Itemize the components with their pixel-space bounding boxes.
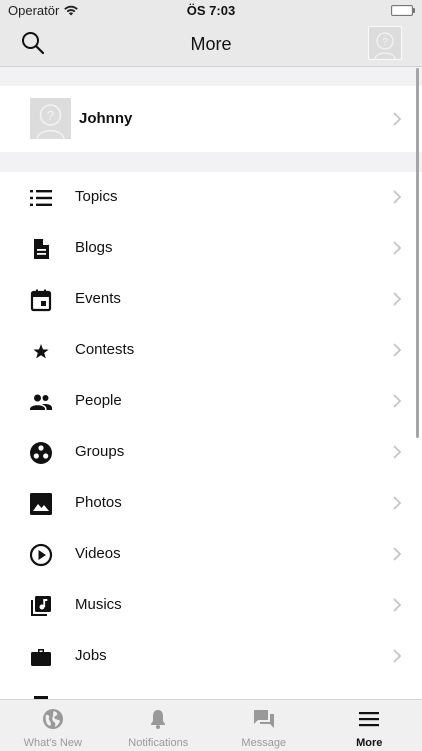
chevron-right-icon [392,343,402,357]
menu-item-jobs[interactable]: Jobs [0,631,422,682]
menu-item-label: People [75,392,122,409]
menu-item-label: Groups [75,443,124,460]
groups-icon [29,441,53,465]
chevron-right-icon [392,394,402,408]
chevron-right-icon [392,190,402,204]
chevron-right-icon [392,445,402,459]
svg-text:?: ? [47,108,54,123]
chevron-right-icon [392,241,402,255]
menu-item-label: Musics [75,596,122,613]
chevron-right-icon [392,496,402,510]
section-separator [0,152,422,172]
briefcase-icon [29,645,53,669]
menu-item-blogs[interactable]: Blogs [0,223,422,274]
navigation-bar: More ? [0,22,422,67]
section-separator [0,67,422,86]
play-circle-icon [29,543,53,567]
chevron-right-icon [392,598,402,612]
chat-icon [253,708,275,730]
more-menu: ? Johnny Topics Blogs [0,67,422,699]
menu-item-musics[interactable]: Musics [0,580,422,631]
menu-item-label: Videos [75,545,121,562]
tab-message[interactable]: Message [211,700,317,751]
calendar-icon [29,288,53,312]
menu-item-partial[interactable] [0,682,422,699]
status-bar: Operatör ÖS 7:03 [0,0,422,22]
tab-more[interactable]: More [317,700,422,751]
clock: ÖS 7:03 [0,3,422,18]
menu-item-label: Jobs [75,647,107,664]
tab-whats-new[interactable]: What's New [0,700,106,751]
star-icon [29,339,53,363]
bell-icon [147,708,169,730]
battery-icon [391,5,413,16]
music-library-icon [29,594,53,618]
chevron-right-icon [392,649,402,663]
menu-item-label: Events [75,290,121,307]
tab-label: Message [211,737,317,749]
profile-row[interactable]: ? Johnny [0,86,422,152]
profile-avatar: ? [30,98,71,139]
avatar-placeholder-icon: ? [369,27,401,59]
document-icon [29,237,53,261]
page-title: More [0,34,422,55]
menu-list: Topics Blogs Events [0,172,422,699]
tab-label: Notifications [106,737,212,749]
menu-item-contests[interactable]: Contests [0,325,422,376]
list-icon [29,186,53,210]
photo-icon [29,492,53,516]
menu-item-videos[interactable]: Videos [0,529,422,580]
tab-bar: What's New Notifications Message More [0,699,422,751]
globe-icon [42,708,64,730]
chevron-right-icon [392,547,402,561]
menu-item-label: Photos [75,494,122,511]
menu-item-label: Blogs [75,239,113,256]
menu-item-label: Topics [75,188,118,205]
menu-item-people[interactable]: People [0,376,422,427]
chevron-right-icon [392,292,402,306]
avatar-placeholder-icon: ? [30,98,71,139]
avatar[interactable]: ? [368,26,402,60]
tab-label: What's New [0,737,106,749]
tab-label: More [317,737,422,749]
menu-icon [358,708,380,730]
tab-notifications[interactable]: Notifications [106,700,212,751]
chevron-right-icon [392,112,402,126]
scrollbar[interactable] [416,68,419,438]
profile-name: Johnny [79,110,132,127]
menu-item-groups[interactable]: Groups [0,427,422,478]
people-icon [29,390,53,414]
menu-item-label: Contests [75,341,134,358]
menu-item-photos[interactable]: Photos [0,478,422,529]
svg-text:?: ? [382,37,388,48]
menu-item-topics[interactable]: Topics [0,172,422,223]
menu-item-events[interactable]: Events [0,274,422,325]
